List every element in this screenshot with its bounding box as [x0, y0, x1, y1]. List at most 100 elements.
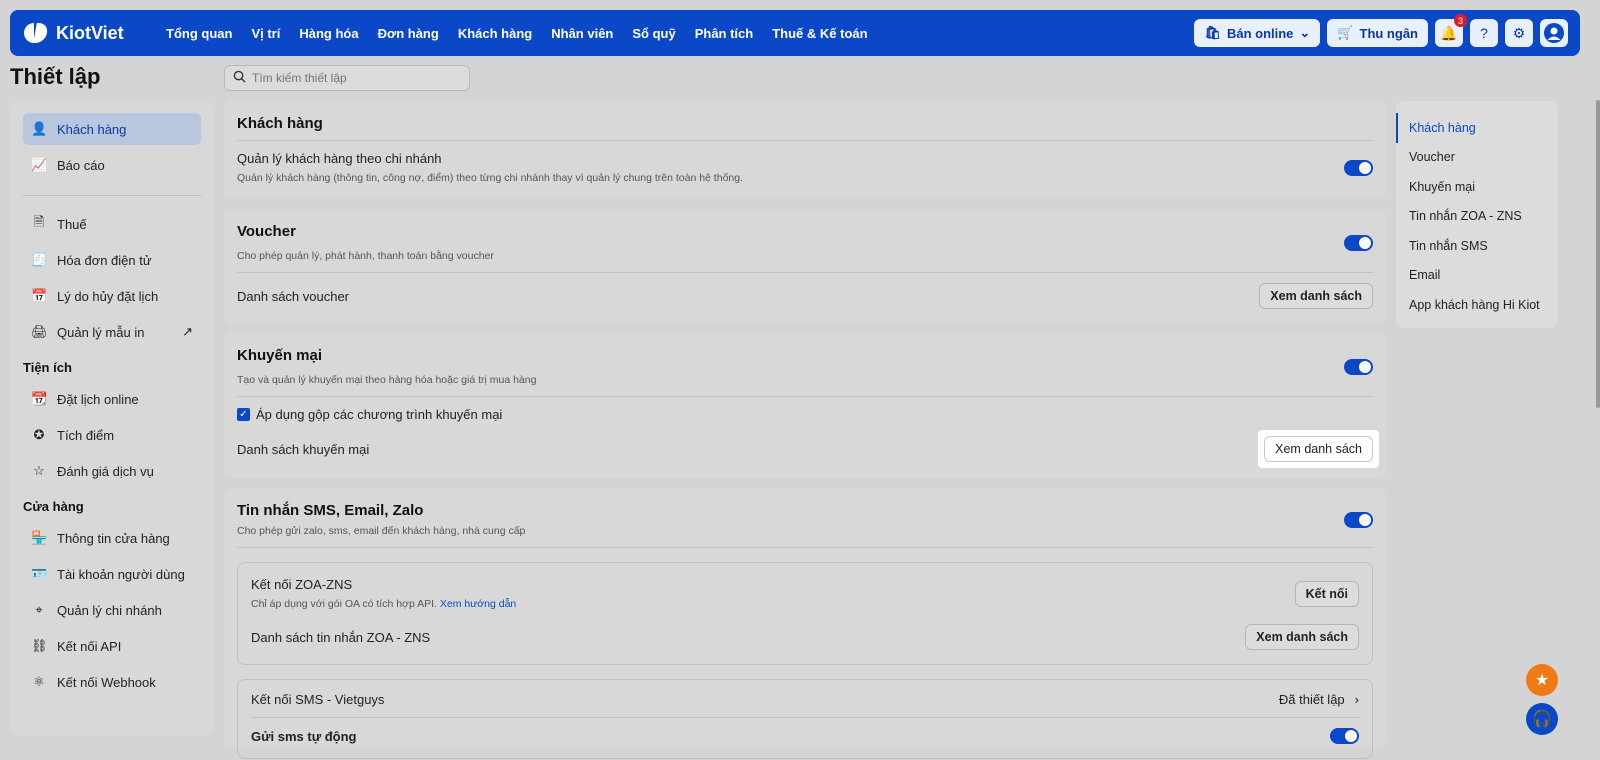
sidebar-item-reports[interactable]: 📈 Báo cáo: [23, 149, 201, 181]
sidebar-divider: [23, 195, 201, 196]
sidebar-item-webhook[interactable]: ⚛ Kết nối Webhook: [23, 666, 201, 698]
sidebar-item-label: Báo cáo: [57, 157, 105, 173]
toc-zoa-zns[interactable]: Tin nhắn ZOA - ZNS: [1396, 202, 1558, 232]
view-promotion-list-button[interactable]: Xem danh sách: [1264, 436, 1373, 462]
messaging-section: Tin nhắn SMS, Email, Zalo Cho phép gửi z…: [224, 488, 1386, 759]
section-title: Tin nhắn SMS, Email, Zalo: [237, 502, 424, 519]
notification-badge: 3: [1454, 14, 1467, 27]
settings-search[interactable]: [224, 65, 470, 91]
promotion-section: Khuyến mại Tạo và quản lý khuyến mại the…: [224, 333, 1386, 478]
checkbox-checked[interactable]: ✓: [237, 408, 250, 421]
sms-vietguys-panel: Kết nối SMS - Vietguys Đã thiết lập › Gử…: [237, 679, 1373, 759]
sidebar-item-label: Tích điểm: [57, 427, 115, 443]
nav-overview[interactable]: Tổng quan: [166, 26, 232, 41]
sidebar-item-label: Đánh giá dịch vụ: [57, 463, 154, 479]
divider: [237, 140, 1373, 141]
sidebar-item-e-invoice[interactable]: 🧾 Hóa đơn điện tử: [23, 244, 201, 276]
page-scrollbar[interactable]: [1596, 100, 1600, 408]
nav-location[interactable]: Vị trí: [251, 26, 280, 41]
toc-hikiot-app[interactable]: App khách hàng Hi Kiot: [1396, 290, 1558, 320]
auto-sms-label: Gửi sms tự động: [251, 728, 357, 744]
sidebar-item-store-info[interactable]: 🏪 Thông tin cửa hàng: [23, 522, 201, 554]
sidebar-item-label: Kết nối API: [57, 638, 122, 654]
zoa-description-text: Chỉ áp dụng với gói OA có tích hợp API.: [251, 598, 437, 610]
sidebar-item-tax[interactable]: 🗎 Thuế: [23, 208, 201, 240]
zoa-list-label: Danh sách tin nhắn ZOA - ZNS: [251, 629, 431, 645]
user-avatar-icon: [1544, 23, 1564, 43]
kiotviet-logo[interactable]: KiotViet: [22, 19, 152, 47]
nav-cashbook[interactable]: Sổ quỹ: [632, 26, 675, 41]
sidebar-item-service-rating[interactable]: ☆ Đánh giá dịch vụ: [23, 455, 201, 487]
toc-voucher[interactable]: Voucher: [1396, 143, 1558, 173]
zoa-zns-panel: Kết nối ZOA-ZNS Chỉ áp dụng với gói OA c…: [237, 562, 1373, 665]
calendar-cancel-icon: 📅: [31, 288, 48, 303]
cashier-label: Thu ngân: [1359, 25, 1419, 41]
voucher-list-label: Danh sách voucher: [237, 288, 350, 304]
search-input[interactable]: [252, 71, 452, 85]
nav-employees[interactable]: Nhân viên: [551, 26, 613, 41]
sidebar-item-api[interactable]: ⛓ Kết nối API: [23, 630, 201, 662]
nav-tax-accounting[interactable]: Thuế & Kế toán: [772, 26, 867, 41]
sidebar-group-store: Cửa hàng: [23, 499, 84, 514]
sms-vietguys-row[interactable]: Kết nối SMS - Vietguys Đã thiết lập ›: [251, 692, 1359, 707]
voucher-toggle[interactable]: [1344, 234, 1373, 251]
vat-icon: 🗎: [33, 214, 45, 229]
nav-orders[interactable]: Đơn hàng: [378, 26, 439, 41]
sidebar-item-label: Khách hàng: [57, 121, 127, 137]
zoa-connect-button[interactable]: Kết nối: [1294, 580, 1359, 607]
notification-button[interactable]: 🔔 3: [1435, 14, 1467, 47]
sidebar-item-points[interactable]: ✪ Tích điểm: [23, 419, 201, 451]
account-icon: 🪪: [31, 566, 48, 581]
settings-sidebar: 👤 Khách hàng 📈 Báo cáo 🗎 Thuế 🧾 Hóa đơn …: [10, 101, 214, 736]
section-title: Voucher: [237, 223, 296, 240]
divider: [251, 717, 1359, 718]
sidebar-item-branches[interactable]: ⌖ Quản lý chi nhánh: [23, 594, 201, 626]
sell-online-button[interactable]: 🛍 Bán online ⌄: [1194, 19, 1321, 47]
section-description: Tạo và quản lý khuyến mại theo hàng hóa …: [237, 374, 537, 386]
toc-sms[interactable]: Tin nhắn SMS: [1396, 231, 1558, 261]
combine-promotions-option[interactable]: ✓ Áp dụng gộp các chương trình khuyến mạ…: [237, 407, 1373, 422]
sidebar-item-user-accounts[interactable]: 🪪 Tài khoản người dùng: [23, 558, 201, 590]
sidebar-item-print-templates[interactable]: 🖨 Quản lý mẫu in ↗: [23, 316, 201, 348]
help-button[interactable]: ?: [1470, 19, 1498, 47]
promotion-toggle[interactable]: [1344, 358, 1373, 375]
toc-promotion[interactable]: Khuyến mại: [1396, 172, 1558, 202]
view-zoa-list-button[interactable]: Xem danh sách: [1245, 624, 1359, 650]
section-description: Cho phép gửi zalo, sms, email đến khách …: [237, 525, 526, 537]
settings-button[interactable]: ⚙: [1505, 19, 1533, 47]
highlight-frame: Xem danh sách: [1258, 430, 1379, 468]
sidebar-item-online-booking[interactable]: 📆 Đặt lịch online: [23, 383, 201, 415]
toc-email[interactable]: Email: [1396, 261, 1558, 291]
nav-customers[interactable]: Khách hàng: [458, 26, 532, 41]
section-title: Khách hàng: [237, 115, 323, 132]
checkbox-label: Áp dụng gộp các chương trình khuyến mại: [256, 407, 503, 422]
branch-customer-toggle[interactable]: [1344, 159, 1373, 176]
nav-products[interactable]: Hàng hóa: [299, 26, 358, 41]
messaging-toggle[interactable]: [1344, 511, 1373, 528]
sidebar-item-label: Lý do hủy đặt lịch: [57, 288, 159, 304]
customers-section: Khách hàng Quản lý khách hàng theo chi n…: [224, 101, 1386, 199]
printer-icon: 🖨: [31, 324, 48, 339]
support-fab[interactable]: 🎧: [1526, 703, 1558, 735]
promotion-list-label: Danh sách khuyến mại: [237, 441, 370, 457]
divider: [237, 547, 1373, 548]
nav-analytics[interactable]: Phân tích: [695, 26, 754, 41]
favorite-fab[interactable]: ★: [1526, 664, 1558, 696]
star-circle-icon: ✪: [33, 427, 45, 442]
sidebar-item-label: Hóa đơn điện tử: [57, 252, 152, 268]
sidebar-item-customers[interactable]: 👤 Khách hàng: [23, 113, 201, 145]
sell-online-label: Bán online: [1226, 25, 1294, 41]
cashier-button[interactable]: 🛒 Thu ngân: [1327, 19, 1428, 47]
user-avatar[interactable]: [1540, 19, 1568, 47]
sms-title: Kết nối SMS - Vietguys: [251, 692, 385, 707]
sidebar-item-cancel-reasons[interactable]: 📅 Lý do hủy đặt lịch: [23, 280, 201, 312]
sidebar-group-utilities: Tiện ích: [23, 360, 72, 375]
auto-sms-toggle[interactable]: [1330, 728, 1359, 744]
bell-icon: 🔔: [1440, 24, 1458, 41]
divider: [237, 272, 1373, 273]
guide-link[interactable]: Xem hướng dẫn: [440, 598, 516, 610]
toc-customers[interactable]: Khách hàng: [1396, 113, 1558, 143]
setting-description: Quản lý khách hàng (thông tin, công nợ, …: [237, 172, 743, 184]
search-icon: [233, 70, 246, 86]
view-voucher-list-button[interactable]: Xem danh sách: [1259, 283, 1373, 309]
